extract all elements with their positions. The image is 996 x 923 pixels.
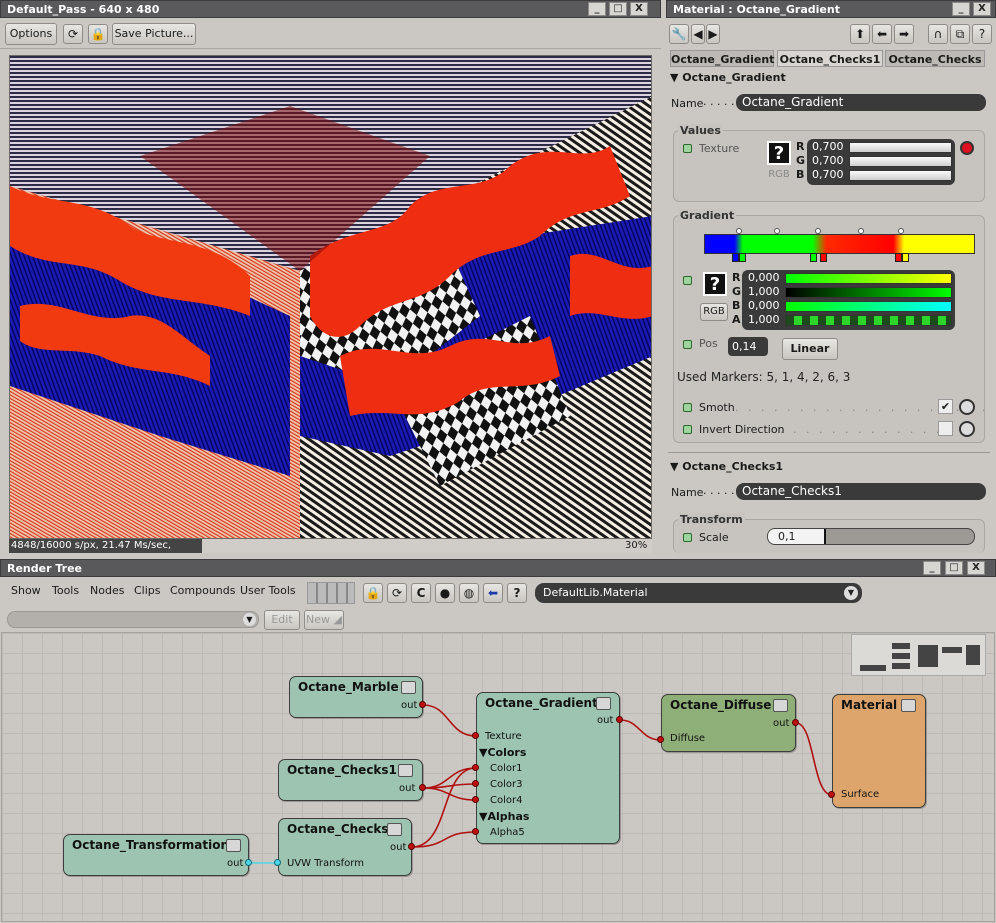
pin-marble-out[interactable] xyxy=(419,701,426,708)
node-octane-marble[interactable]: Octane_Marble out xyxy=(289,676,423,718)
port-alpha5: Alpha5 xyxy=(490,827,525,838)
pin-checks1-out[interactable] xyxy=(419,784,426,791)
node-octane-checks1[interactable]: Octane_Checks1 out xyxy=(278,759,423,801)
port-color3: Color3 xyxy=(490,779,523,790)
node-title: Octane_Checks xyxy=(287,822,389,836)
port-out: out xyxy=(390,842,407,853)
node-octane-transformation[interactable]: Octane_Transformation out xyxy=(63,834,249,876)
port-diffuse: Diffuse xyxy=(670,733,706,744)
port-color1: Color1 xyxy=(490,763,523,774)
colors-label: Colors xyxy=(487,746,527,759)
pin-gradient-color1[interactable] xyxy=(472,764,479,771)
pin-transformation-out[interactable] xyxy=(245,859,252,866)
pin-gradient-color4[interactable] xyxy=(472,796,479,803)
port-texture: Texture xyxy=(485,731,522,742)
node-collapse-icon[interactable] xyxy=(401,681,416,694)
node-octane-diffuse[interactable]: Octane_Diffuse out Diffuse xyxy=(661,694,796,752)
node-collapse-icon[interactable] xyxy=(226,839,241,852)
node-octane-gradient[interactable]: Octane_Gradient out Texture ▼Colors Colo… xyxy=(476,692,620,844)
port-uvw-transform: UVW Transform xyxy=(287,858,364,869)
pin-gradient-alpha5[interactable] xyxy=(472,828,479,835)
node-collapse-icon[interactable] xyxy=(387,823,402,836)
node-title: Octane_Diffuse xyxy=(670,698,772,712)
node-octane-checks[interactable]: Octane_Checks out UVW Transform xyxy=(278,818,412,876)
pin-checks-uvw[interactable] xyxy=(274,859,281,866)
group-alphas: ▼Alphas xyxy=(479,810,530,823)
node-title: Octane_Marble xyxy=(298,680,399,694)
port-surface: Surface xyxy=(841,789,880,800)
node-collapse-icon[interactable] xyxy=(773,699,788,712)
pin-checks-out[interactable] xyxy=(408,843,415,850)
node-title: Material xyxy=(841,698,898,712)
port-out: out xyxy=(227,858,244,869)
pin-gradient-out[interactable] xyxy=(616,716,623,723)
port-color4: Color4 xyxy=(490,795,523,806)
port-out: out xyxy=(597,715,614,726)
pin-gradient-texture[interactable] xyxy=(472,732,479,739)
group-colors: ▼Colors xyxy=(479,746,527,759)
node-title: Octane_Transformation xyxy=(72,838,230,852)
pin-diffuse-out[interactable] xyxy=(792,719,799,726)
node-collapse-icon[interactable] xyxy=(901,699,916,712)
node-material[interactable]: Material Surface xyxy=(832,694,926,808)
pin-diffuse-in[interactable] xyxy=(657,736,664,743)
port-out: out xyxy=(401,700,418,711)
node-title: Octane_Checks1 xyxy=(287,763,397,777)
port-out: out xyxy=(773,718,790,729)
pin-gradient-color3[interactable] xyxy=(472,780,479,787)
alphas-label: Alphas xyxy=(487,810,530,823)
node-title: Octane_Gradient xyxy=(485,696,598,710)
node-collapse-icon[interactable] xyxy=(398,764,413,777)
node-collapse-icon[interactable] xyxy=(596,697,611,710)
pin-material-surface[interactable] xyxy=(828,791,835,798)
port-out: out xyxy=(399,783,416,794)
